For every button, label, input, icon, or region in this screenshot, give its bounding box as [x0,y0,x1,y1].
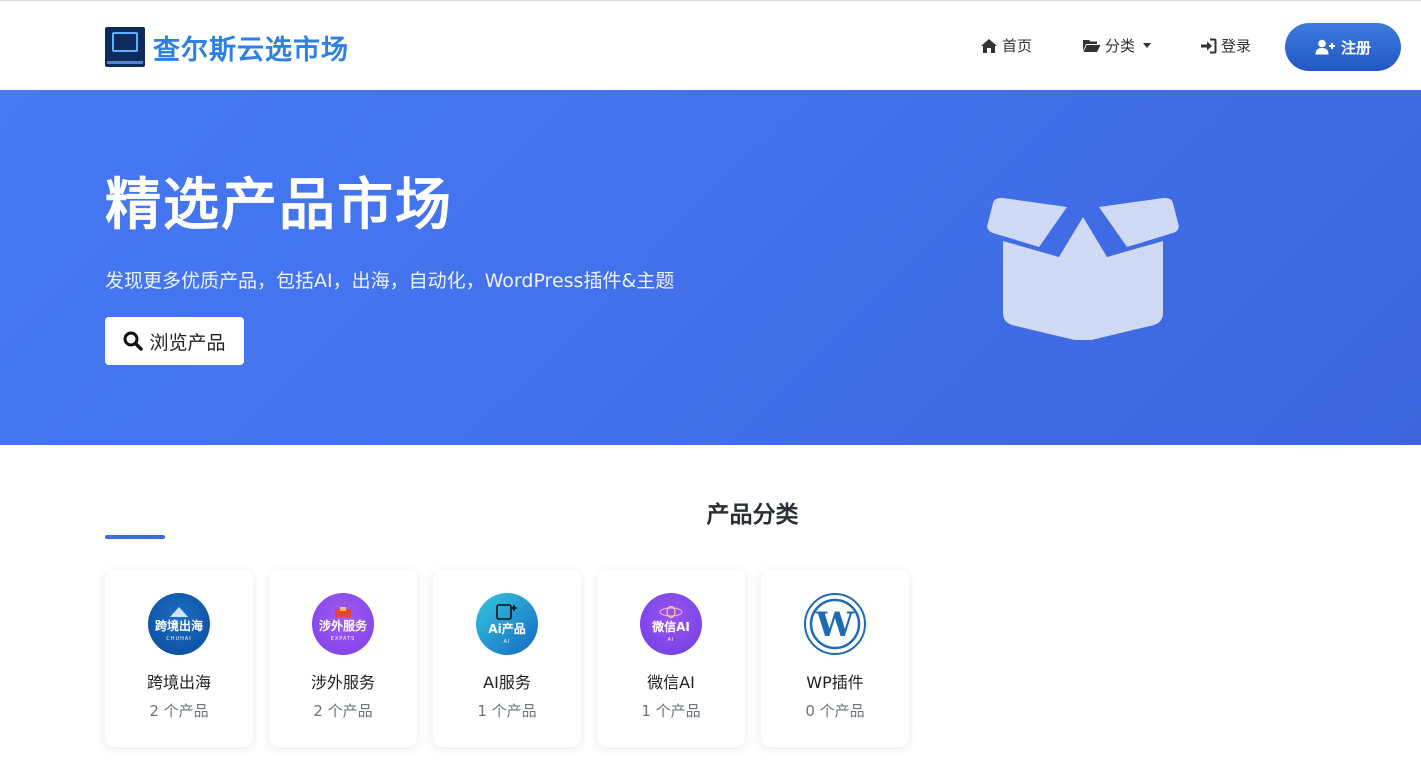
home-icon [981,38,997,53]
category-name: 微信AI [647,673,695,692]
user-plus-icon [1315,39,1335,55]
logo-text: 涉外服务 [318,618,367,633]
hero-title: 精选产品市场 [105,173,453,238]
logo-text: 微信AI [652,619,690,634]
hero-banner: 精选产品市场 发现更多优质产品，包括AI，出海，自动化，WordPress插件&… [0,90,1421,445]
nav-home-label: 首页 [1002,37,1033,55]
section-title: 产品分类 [706,502,799,528]
logo-subtext: EXPATS [330,635,356,642]
category-count: 1 个产品 [477,702,537,720]
logo-subtext: AI [503,638,511,645]
brand-logo-icon [105,27,145,67]
category-card[interactable]: 微信AI AI 微信AI 1 个产品 [597,569,745,747]
box-open-icon [987,197,1179,340]
category-card[interactable]: Ai产品 AI AI服务 1 个产品 [433,569,581,747]
chevron-down-icon [1143,43,1152,48]
category-count: 2 个产品 [313,702,373,720]
nav-categories-dropdown[interactable]: 分类 [1082,35,1152,56]
search-icon [123,331,144,351]
logo-text: Ai产品 [488,621,526,636]
brand-link[interactable]: 查尔斯云选市场 [105,26,349,68]
nav-categories-label: 分类 [1105,37,1136,55]
hero-subtitle: 发现更多优质产品，包括AI，出海，自动化，WordPress插件&主题 [105,270,675,292]
wordpress-logo-icon: W [804,593,866,655]
folder-open-icon [1083,40,1101,52]
register-label: 注册 [1340,38,1371,57]
expat-service-logo-icon: 涉外服务 EXPATS [312,593,374,655]
category-card[interactable]: 涉外服务 EXPATS 涉外服务 2 个产品 [269,569,417,747]
ai-product-logo-icon: Ai产品 AI [476,593,538,655]
category-list: 跨境出海 CHUHAI 跨境出海 2 个产品 涉外服务 EXPATS 涉外服务 … [105,569,909,747]
section-underline [105,535,165,539]
category-card[interactable]: W WP插件 0 个产品 [761,569,909,747]
category-count: 0 个产品 [805,702,865,720]
brand-name: 查尔斯云选市场 [153,34,349,66]
category-name: 涉外服务 [310,673,375,692]
logo-subtext: AI [667,636,675,643]
navbar: 查尔斯云选市场 首页 分类 登录 注册 [0,0,1421,90]
browse-products-button[interactable]: 浏览产品 [105,317,244,365]
category-count: 1 个产品 [641,702,701,720]
svg-text:W: W [815,605,855,645]
logo-subtext: CHUHAI [166,635,192,642]
category-card[interactable]: 跨境出海 CHUHAI 跨境出海 2 个产品 [105,569,253,747]
nav-login[interactable]: 登录 [1200,35,1251,56]
nav-home[interactable]: 首页 [980,35,1032,56]
category-name: 跨境出海 [146,673,211,692]
category-name: WP插件 [806,673,864,692]
nav-login-label: 登录 [1221,37,1252,55]
cross-border-logo-icon: 跨境出海 CHUHAI [148,593,210,655]
logo-text: 跨境出海 [154,618,203,633]
sign-in-icon [1201,38,1217,53]
wechat-ai-logo-icon: 微信AI AI [640,593,702,655]
category-name: AI服务 [483,673,531,692]
browse-products-label: 浏览产品 [149,331,226,354]
register-button[interactable]: 注册 [1285,23,1401,71]
category-count: 2 个产品 [149,702,209,720]
